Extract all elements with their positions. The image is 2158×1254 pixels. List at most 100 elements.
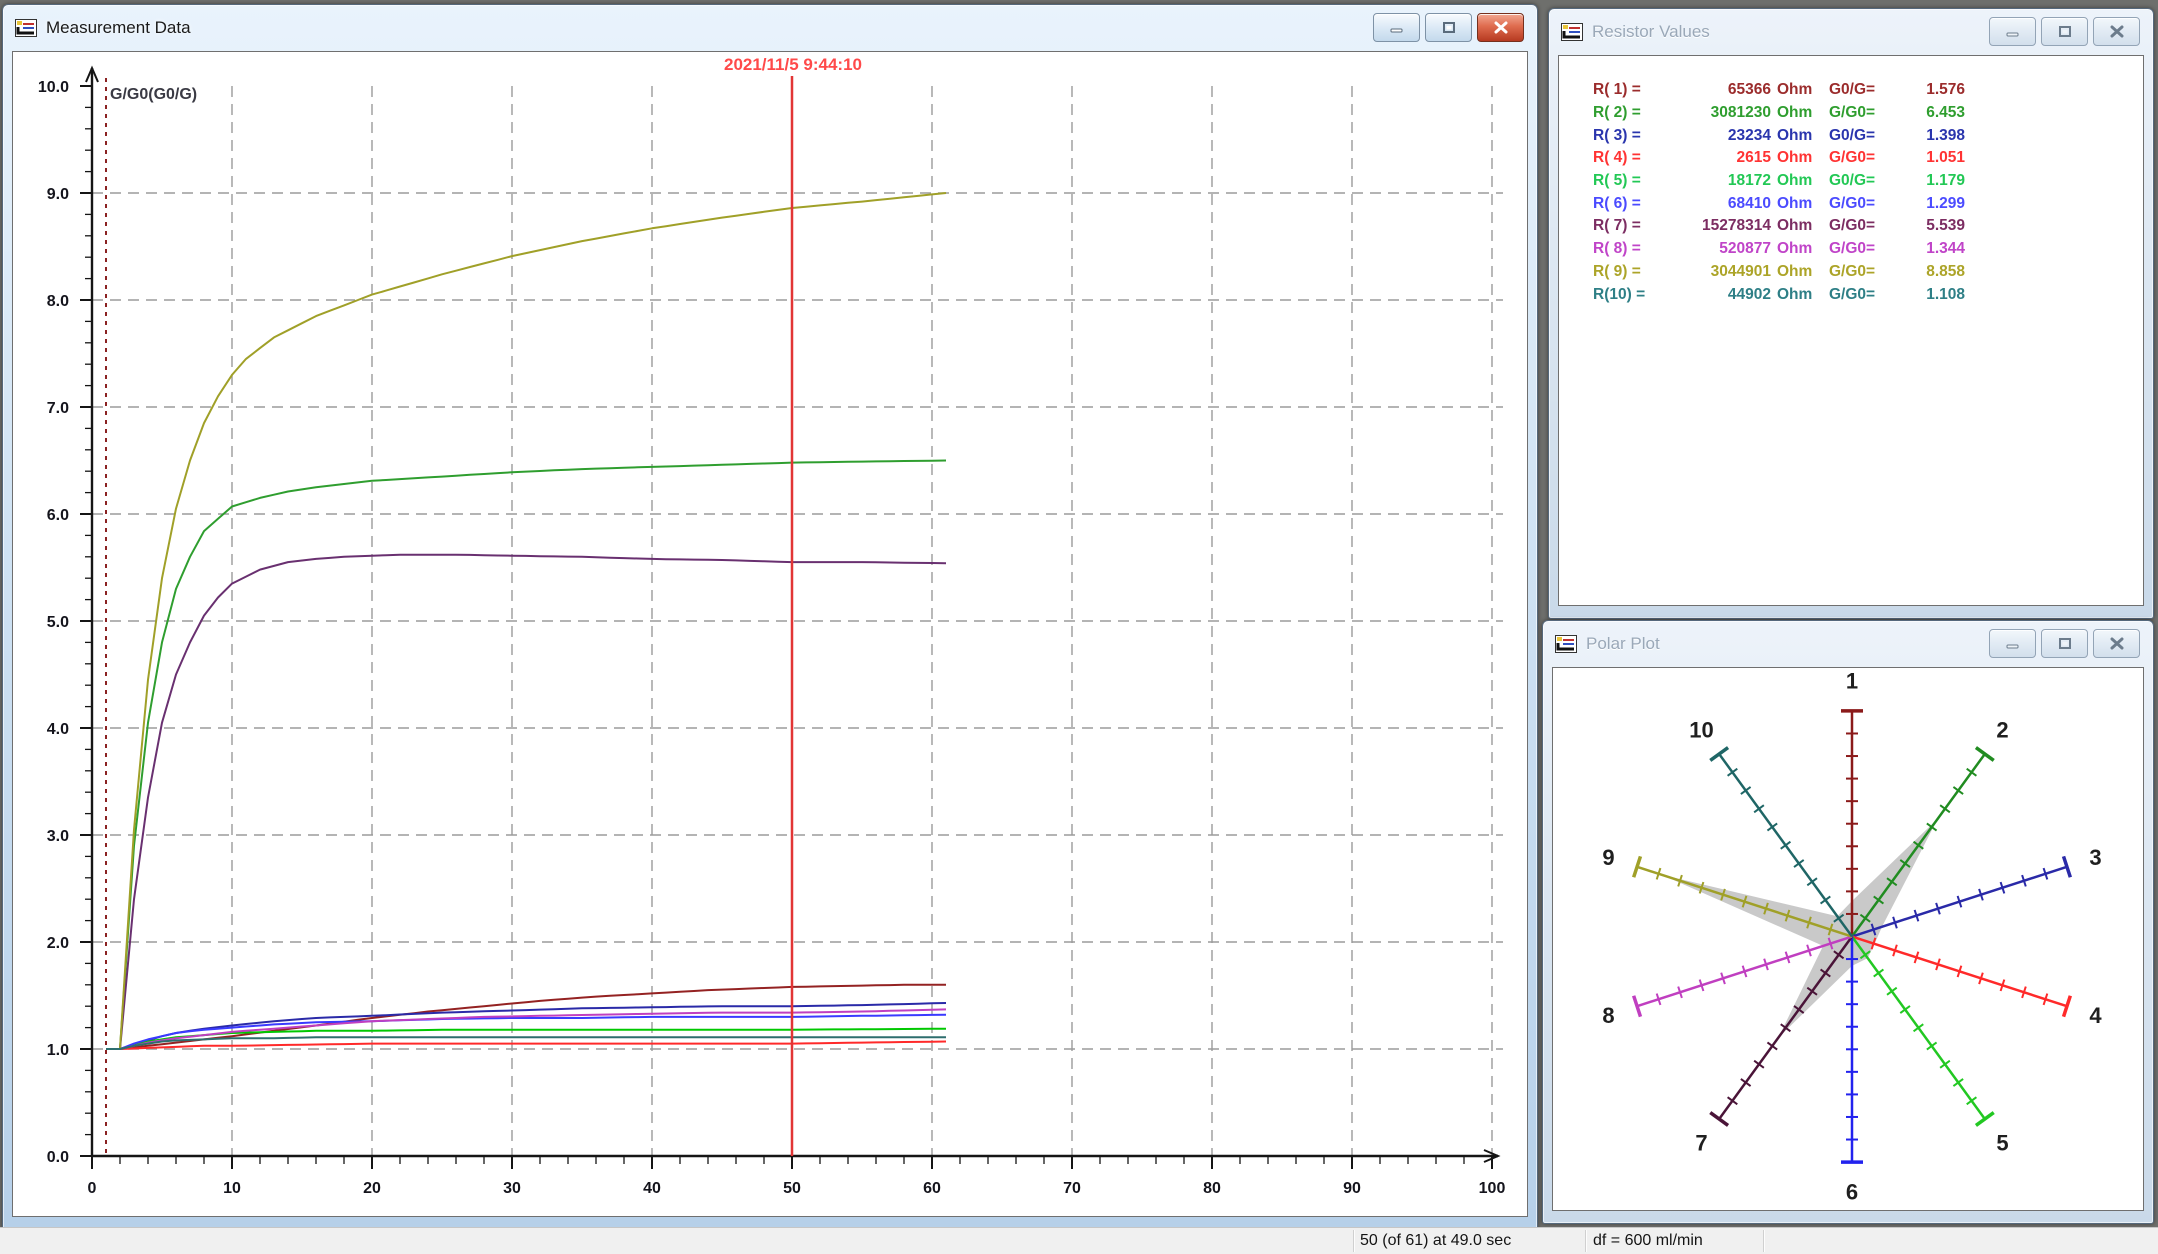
close-button[interactable] — [1477, 13, 1524, 42]
window-title: Polar Plot — [1586, 634, 1660, 654]
r-ratio-label: G/G0= — [1823, 195, 1901, 213]
r-value: 44902 — [1655, 286, 1771, 304]
r-value: 520877 — [1655, 240, 1771, 258]
svg-text:10: 10 — [1689, 717, 1713, 742]
resistor-row: R( 5) =18172OhmG0/G=1.179 — [1593, 170, 2139, 193]
svg-text:2.0: 2.0 — [47, 935, 69, 952]
chart-window-icon — [15, 19, 37, 37]
polar-plot-window: Polar Plot 12345678910 — [1542, 620, 2154, 1224]
svg-text:50: 50 — [783, 1180, 801, 1197]
svg-text:6.0: 6.0 — [47, 507, 69, 524]
resistor-row: R( 9) =3044901OhmG/G0=8.858 — [1593, 261, 2139, 284]
r-ratio-label: G0/G= — [1823, 127, 1901, 145]
measurement-titlebar[interactable]: Measurement Data — [3, 5, 1537, 51]
svg-text:6: 6 — [1846, 1180, 1858, 1205]
window-title: Measurement Data — [46, 18, 191, 38]
polar-chart: 12345678910 — [1553, 668, 2143, 1210]
r-value: 3081230 — [1655, 104, 1771, 122]
r-label: R( 9) = — [1593, 263, 1655, 281]
r-label: R( 5) = — [1593, 172, 1655, 190]
r-ratio-value: 1.344 — [1901, 240, 1965, 258]
svg-text:10: 10 — [223, 1180, 241, 1197]
minimize-button[interactable] — [1373, 13, 1420, 42]
svg-text:8.0: 8.0 — [47, 293, 69, 310]
resistor-values-window: Resistor Values R( 1) =65366OhmG0/G=1.57… — [1548, 8, 2154, 619]
svg-text:90: 90 — [1343, 1180, 1361, 1197]
svg-text:80: 80 — [1203, 1180, 1221, 1197]
r-label: R( 6) = — [1593, 195, 1655, 213]
svg-text:20: 20 — [363, 1180, 381, 1197]
svg-text:30: 30 — [503, 1180, 521, 1197]
r-ratio-value: 5.539 — [1901, 217, 1965, 235]
r-value: 23234 — [1655, 127, 1771, 145]
r-value: 3044901 — [1655, 263, 1771, 281]
r-label: R( 3) = — [1593, 127, 1655, 145]
svg-text:60: 60 — [923, 1180, 941, 1197]
maximize-button[interactable] — [1425, 13, 1472, 42]
svg-text:7.0: 7.0 — [47, 400, 69, 417]
r-ratio-value: 1.299 — [1901, 195, 1965, 213]
minimize-icon — [1389, 22, 1405, 34]
r-value: 15278314 — [1655, 217, 1771, 235]
r-label: R( 1) = — [1593, 81, 1655, 99]
measurement-data-window: Measurement Data 0.01.02.03.04.05.06.07.… — [2, 4, 1538, 1230]
maximize-icon — [1441, 21, 1457, 34]
svg-text:9.0: 9.0 — [47, 186, 69, 203]
r-value: 68410 — [1655, 195, 1771, 213]
svg-text:10.0: 10.0 — [38, 79, 69, 96]
r-ratio-value: 6.453 — [1901, 104, 1965, 122]
r-label: R( 8) = — [1593, 240, 1655, 258]
svg-text:8: 8 — [1602, 1003, 1614, 1028]
r-ratio-value: 1.398 — [1901, 127, 1965, 145]
r-ratio-value: 1.108 — [1901, 286, 1965, 304]
r-label: R( 4) = — [1593, 149, 1655, 167]
measurement-chart-area[interactable]: 0.01.02.03.04.05.06.07.08.09.010.0010203… — [12, 51, 1528, 1217]
minimize-button[interactable] — [1989, 629, 2036, 658]
svg-text:5: 5 — [1996, 1131, 2008, 1156]
status-separator — [1763, 1230, 1764, 1252]
r-unit: Ohm — [1771, 240, 1823, 258]
minimize-icon — [2005, 26, 2021, 38]
r-label: R( 7) = — [1593, 217, 1655, 235]
r-label: R( 2) = — [1593, 104, 1655, 122]
chart-window-icon — [1561, 23, 1583, 41]
measurement-chart[interactable]: 0.01.02.03.04.05.06.07.08.09.010.0010203… — [13, 52, 1527, 1216]
r-ratio-label: G/G0= — [1823, 286, 1901, 304]
svg-text:100: 100 — [1479, 1180, 1506, 1197]
r-label: R(10) = — [1593, 286, 1655, 304]
r-unit: Ohm — [1771, 81, 1823, 99]
polar-plot-area: 12345678910 — [1552, 667, 2144, 1211]
resistor-row: R(10) =44902OhmG/G0=1.108 — [1593, 283, 2139, 306]
svg-text:70: 70 — [1063, 1180, 1081, 1197]
svg-text:1.0: 1.0 — [47, 1042, 69, 1059]
close-button[interactable] — [2093, 17, 2140, 46]
r-unit: Ohm — [1771, 149, 1823, 167]
r-unit: Ohm — [1771, 195, 1823, 213]
resistor-values-list: R( 1) =65366OhmG0/G=1.576R( 2) =3081230O… — [1593, 79, 2139, 306]
close-icon — [2109, 637, 2125, 650]
maximize-button[interactable] — [2041, 17, 2088, 46]
status-separator — [1353, 1230, 1354, 1252]
r-unit: Ohm — [1771, 217, 1823, 235]
resistor-values-panel: R( 1) =65366OhmG0/G=1.576R( 2) =3081230O… — [1558, 55, 2144, 606]
svg-text:G/G0(G0/G): G/G0(G0/G) — [110, 86, 197, 103]
svg-text:3: 3 — [2089, 845, 2101, 870]
svg-text:40: 40 — [643, 1180, 661, 1197]
maximize-button[interactable] — [2041, 629, 2088, 658]
resistor-row: R( 8) =520877OhmG/G0=1.344 — [1593, 238, 2139, 261]
window-title: Resistor Values — [1592, 22, 1710, 42]
maximize-icon — [2057, 25, 2073, 38]
resistor-row: R( 1) =65366OhmG0/G=1.576 — [1593, 79, 2139, 102]
r-value: 18172 — [1655, 172, 1771, 190]
minimize-button[interactable] — [1989, 17, 2036, 46]
resistor-row: R( 4) =2615OhmG/G0=1.051 — [1593, 147, 2139, 170]
close-button[interactable] — [2093, 629, 2140, 658]
resistor-row: R( 6) =68410OhmG/G0=1.299 — [1593, 192, 2139, 215]
maximize-icon — [2057, 637, 2073, 650]
r-ratio-label: G/G0= — [1823, 217, 1901, 235]
r-ratio-value: 1.179 — [1901, 172, 1965, 190]
r-ratio-label: G/G0= — [1823, 240, 1901, 258]
chart-window-icon — [1555, 635, 1577, 653]
r-unit: Ohm — [1771, 127, 1823, 145]
status-separator — [1585, 1230, 1586, 1252]
